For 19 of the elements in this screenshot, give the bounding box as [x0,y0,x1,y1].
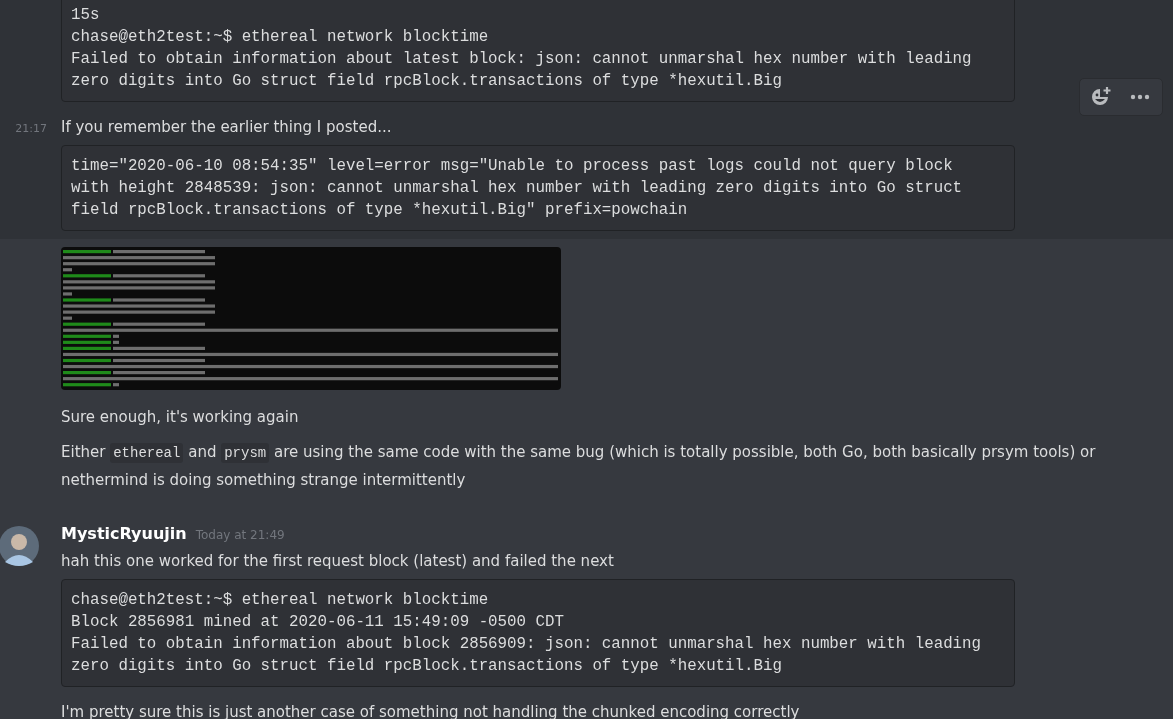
code-line: time="2020-06-10 08:54:35" level=error msg="Unable to process past logs could not query block [71,156,954,177]
message-text: hah this one worked for the first request block (latest) and failed the next [61,551,615,572]
code-line: zero digits into Go struct field rpcBlock.transactions of type *hexutil.Big [71,71,783,92]
message-text: If you remember the earlier thing I posted... [61,117,393,138]
code-line: Failed to obtain information about block 2856909: json: cannot unmarshal hex number with leading [71,634,983,655]
username[interactable]: MysticRyuujin [61,524,187,543]
code-line: 15s [71,5,101,26]
timestamp: 21:17 [15,122,47,135]
avatar[interactable] [0,526,39,566]
code-line: chase@eth2test:~$ ethereal network blocktime [71,590,490,611]
timestamp: Today at 21:49 [195,528,285,542]
code-line: Failed to obtain information about latest block: json: cannot unmarshal hex number with leading [71,49,973,70]
code-line: zero digits into Go struct field rpcBlock.transactions of type *hexutil.Big [71,656,783,677]
code-line: field rpcBlock.transactions of type *hexutil.Big" prefix=powchain [71,200,689,221]
code-line: with height 2848539: json: cannot unmarshal hex number with leading zero digits into Go struct [71,178,964,199]
code-line: chase@eth2test:~$ ethereal network blocktime [71,27,490,48]
code-line: Block 2856981 mined at 2020-06-11 15:49:09 -0500 CDT [71,612,565,633]
message-text: Either ethereal and prysm are using the same code with the same bug (which is totally possible, both Go, both basically prsym tools) or nethermind is doing something strange intermittently [61,442,1097,491]
message-text: Sure enough, it's working again [61,407,300,428]
